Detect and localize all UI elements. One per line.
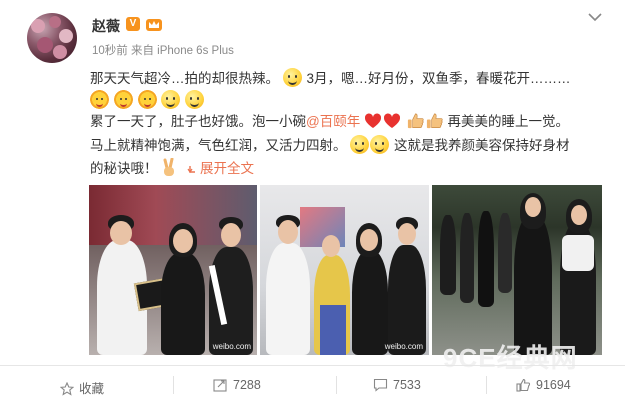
expand-full-text-link[interactable]: 展开全文 xyxy=(200,161,254,176)
expand-arrow-icon xyxy=(187,166,196,174)
repost-count: 7288 xyxy=(233,378,261,392)
shush-emoji-icon xyxy=(370,135,390,154)
post-text-segment: 累了一天了，肚子也好饿。泡一小碗 xyxy=(90,114,306,129)
sun-emoji-icon xyxy=(137,90,157,109)
shush-emoji-icon xyxy=(350,135,370,154)
divider xyxy=(336,376,337,394)
smile-emoji-icon xyxy=(282,68,302,87)
post-photo-1[interactable]: weibo.com xyxy=(89,185,257,355)
crown-icon xyxy=(146,19,162,31)
grin-emoji-icon xyxy=(185,90,205,109)
post-meta: 10秒前 来自 iPhone 6s Plus xyxy=(92,45,234,57)
star-icon xyxy=(59,381,75,396)
like-button[interactable]: 91694 xyxy=(516,378,571,392)
comment-count: 7533 xyxy=(393,378,421,392)
like-count: 91694 xyxy=(536,378,571,392)
photo-watermark: weibo.com xyxy=(384,342,423,351)
post-text-segment: 3月，嗯…好月份，双鱼季，春暖花开……… xyxy=(306,71,571,86)
thumbs-up-icon xyxy=(516,378,531,392)
post-text-line-3: 马上就精神饱满，气色红润，又活力四射。 这就是我养颜美容保持好身材 xyxy=(90,135,570,156)
post-text-line-2: 累了一天了，肚子也好饿。泡一小碗@百颐年 再美美的睡上一觉。 xyxy=(90,111,569,132)
post-photo-2[interactable]: weibo.com xyxy=(260,185,429,355)
heart-emoji-icon xyxy=(364,113,382,128)
weibo-post-card: 赵薇 V 10秒前 来自 iPhone 6s Plus 那天天气超冷…拍的却很热… xyxy=(0,0,625,402)
cat-emoji-icon xyxy=(161,90,181,109)
repost-icon xyxy=(213,379,227,392)
heart-emoji-icon xyxy=(383,113,401,128)
post-text-line-1: 那天天气超冷…拍的却很热辣。 3月，嗯…好月份，双鱼季，春暖花开……… xyxy=(90,68,571,89)
post-text-segment: 再美美的睡上一觉。 xyxy=(447,114,570,129)
avatar[interactable] xyxy=(27,13,77,63)
favorite-button[interactable]: 收藏 xyxy=(59,378,105,397)
victory-hand-emoji-icon xyxy=(163,158,175,176)
favorite-label: 收藏 xyxy=(79,382,105,396)
chevron-down-icon[interactable] xyxy=(588,12,602,22)
divider xyxy=(173,376,174,394)
divider xyxy=(486,376,487,394)
post-text-segment: 那天天气超冷…拍的却很热辣。 xyxy=(90,71,279,86)
post-text-line-4: 的秘诀哦！ 展开全文 xyxy=(90,158,254,179)
thumbs-up-emoji-icon xyxy=(426,113,443,129)
mention-link[interactable]: @百颐年 xyxy=(306,114,360,129)
emoji-row xyxy=(90,90,205,111)
thumbs-up-emoji-icon xyxy=(407,113,424,129)
verified-badge: V xyxy=(126,17,140,31)
post-photo-3[interactable] xyxy=(432,185,602,355)
post-text-segment: 这就是我养颜美容保持好身材 xyxy=(394,138,570,153)
post-text-segment: 的秘诀哦！ xyxy=(90,161,158,176)
username[interactable]: 赵薇 xyxy=(92,16,120,36)
sun-emoji-icon xyxy=(113,90,133,109)
action-bar: 收藏 7288 7533 91694 xyxy=(0,365,625,402)
comment-icon xyxy=(373,378,388,392)
comment-button[interactable]: 7533 xyxy=(373,378,421,392)
photo-watermark: weibo.com xyxy=(212,342,251,351)
repost-button[interactable]: 7288 xyxy=(213,378,261,392)
post-text-segment: 马上就精神饱满，气色红润，又活力四射。 xyxy=(90,138,347,153)
sun-emoji-icon xyxy=(90,90,109,109)
